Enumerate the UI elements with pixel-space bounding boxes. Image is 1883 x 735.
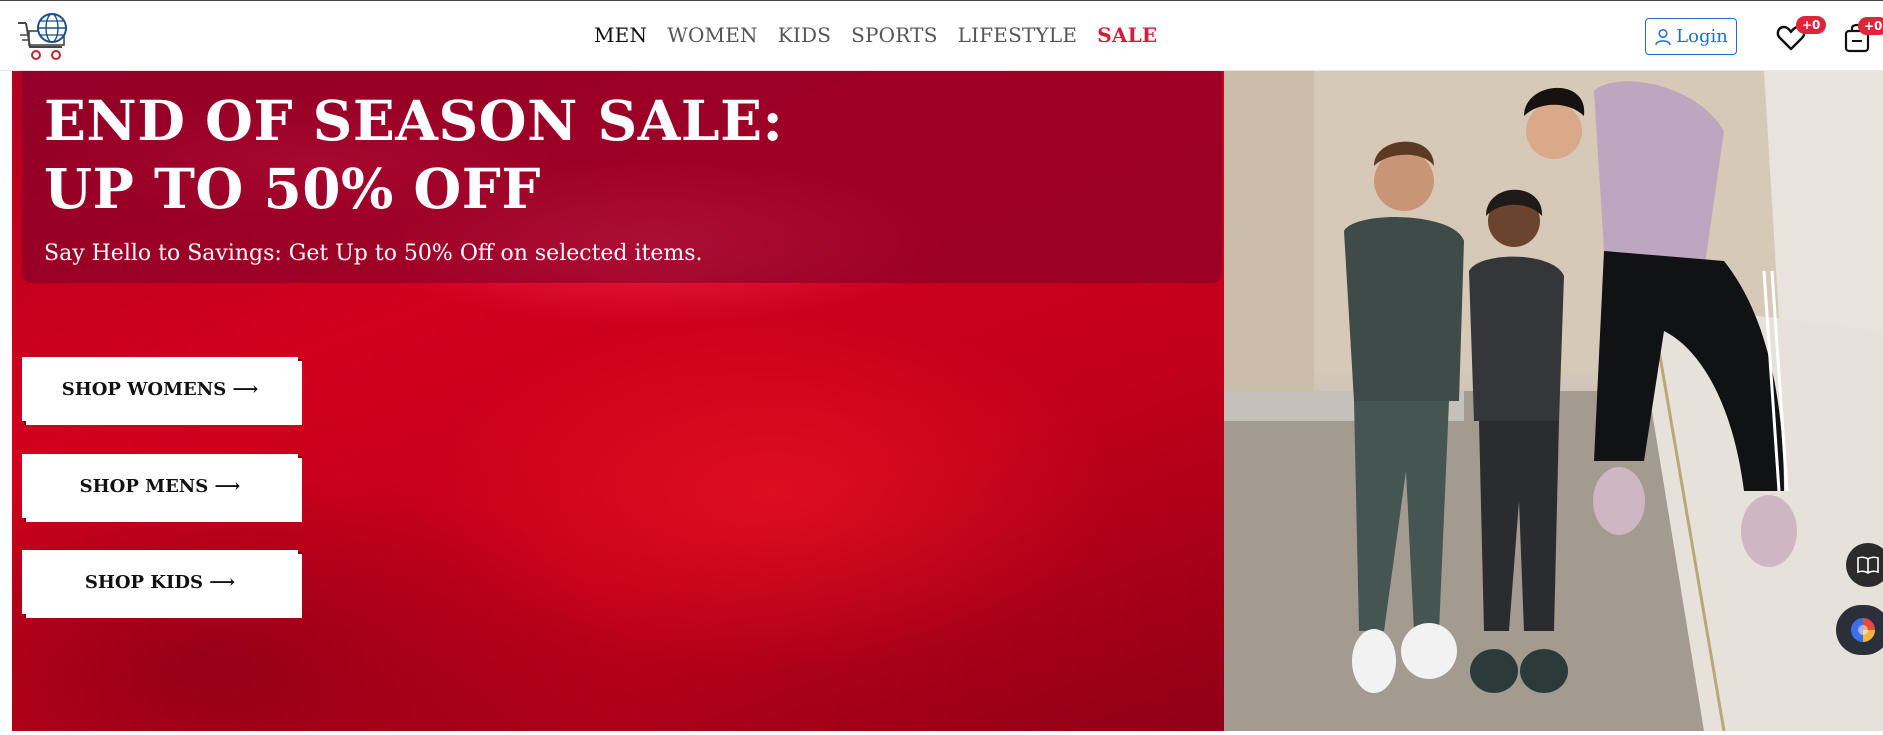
main-nav: MEN WOMEN KIDS SPORTS LIFESTYLE SALE [594,23,1157,47]
people-sportswear-photo [1224,71,1883,731]
shop-womens-button[interactable]: SHOP WOMENS ⟶ [22,357,298,421]
site-header: MEN WOMEN KIDS SPORTS LIFESTYLE SALE Log… [0,0,1883,71]
globe-cart-logo-icon[interactable] [16,9,72,65]
sale-hero-banner: END OF SEASON SALE: UP TO 50% OFF Say He… [12,71,1224,731]
user-icon [1655,28,1671,45]
nav-item-women[interactable]: WOMEN [667,23,758,47]
shop-kids-button[interactable]: SHOP KIDS ⟶ [22,550,298,614]
wishlist-count-badge: +0 [1796,16,1827,34]
cart-count-badge: +0 [1858,17,1883,35]
shop-mens-button[interactable]: SHOP MENS ⟶ [22,454,298,518]
nav-item-kids[interactable]: KIDS [778,23,831,47]
open-book-icon [1857,556,1879,574]
nav-item-sale[interactable]: SALE [1097,23,1157,47]
hero-photo [1224,71,1883,731]
login-button[interactable]: Login [1645,18,1737,55]
login-label: Login [1676,26,1728,47]
colorful-orb-icon [1851,618,1875,642]
nav-item-sports[interactable]: SPORTS [851,23,938,47]
hero-subtitle: Say Hello to Savings: Get Up to 50% Off … [44,241,703,266]
hero-title-panel: END OF SEASON SALE: UP TO 50% OFF Say He… [22,71,1222,283]
hero-title: END OF SEASON SALE: UP TO 50% OFF [44,88,784,221]
reader-mode-button[interactable] [1846,543,1883,587]
nav-item-lifestyle[interactable]: LIFESTYLE [958,23,1078,47]
assistant-widget-button[interactable] [1836,605,1883,655]
nav-item-men[interactable]: MEN [594,23,647,47]
